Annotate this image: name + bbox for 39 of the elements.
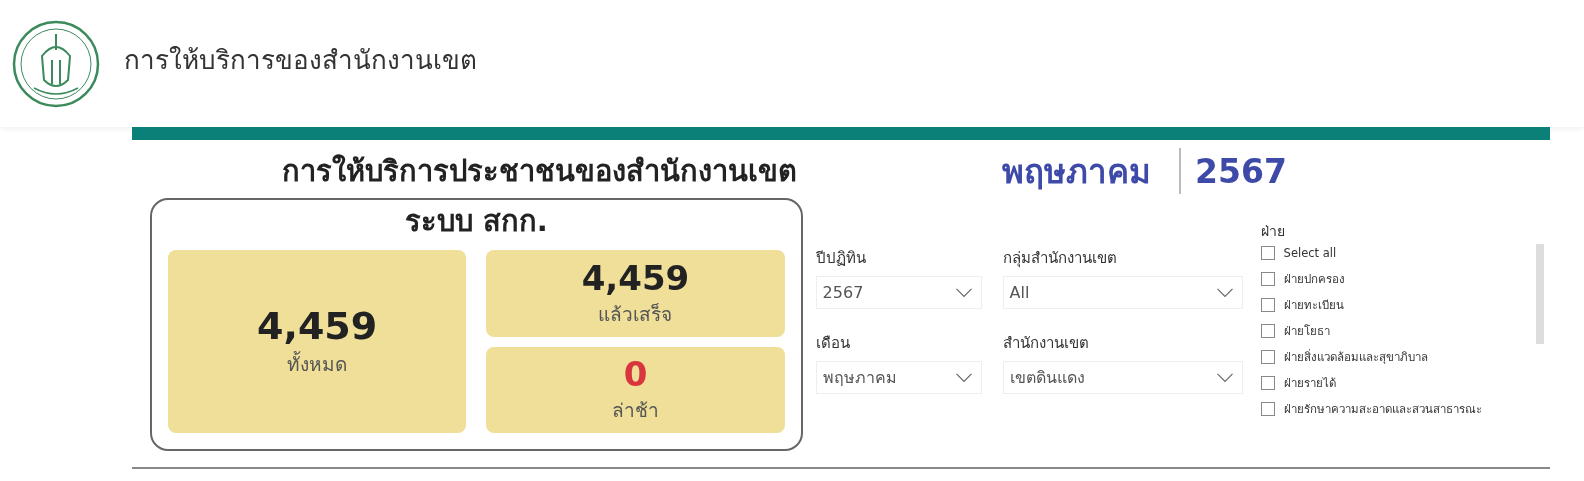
- chevron-down-icon: [954, 287, 973, 298]
- checkbox[interactable]: [1260, 272, 1275, 286]
- stat-value: 4,459: [257, 303, 378, 350]
- month-label: พฤษภาคม: [1002, 150, 1151, 193]
- checkbox-label[interactable]: Select all: [1283, 246, 1337, 260]
- filter-label: กลุ่มสำนักงานเขต: [1002, 248, 1118, 270]
- filter-dropdown[interactable]: 2567: [815, 276, 982, 309]
- filter-label: สำนักงานเขต: [1002, 333, 1090, 354]
- stat-label: แล้วเสร็จ: [598, 301, 673, 327]
- checkbox[interactable]: [1260, 298, 1275, 312]
- checkbox-label[interactable]: ฝ่ายปกครอง: [1283, 270, 1345, 288]
- report-title: การให้บริการประชาชนของสำนักงานเขต: [282, 153, 798, 190]
- checkbox[interactable]: [1260, 246, 1275, 260]
- stat-label: ทั้งหมด: [287, 350, 348, 378]
- checkbox[interactable]: [1260, 402, 1275, 416]
- filter-label: ฝ่าย: [1260, 222, 1286, 241]
- checkbox[interactable]: [1260, 350, 1275, 364]
- filter-dropdown[interactable]: เขตดินแดง: [1002, 361, 1243, 394]
- filter-dropdown[interactable]: All: [1002, 276, 1243, 309]
- stat-value: 4,459: [581, 257, 690, 299]
- chevron-down-icon: [1215, 287, 1234, 298]
- filter-dropdown[interactable]: พฤษภาคม: [815, 361, 982, 394]
- checkbox-label[interactable]: ฝ่ายโยธา: [1283, 322, 1330, 340]
- filter-label: ปีปฏิทิน: [815, 248, 867, 269]
- checkbox[interactable]: [1260, 324, 1275, 338]
- scrollbar[interactable]: [1535, 244, 1544, 344]
- checkbox-label[interactable]: ฝ่ายรักษาความสะอาดและสวนสาธารณะ: [1283, 400, 1482, 418]
- app-title: การให้บริการของสำนักงานเขต: [124, 44, 477, 77]
- chevron-down-icon: [1215, 372, 1234, 383]
- checkbox[interactable]: [1260, 376, 1275, 390]
- summary-title: ระบบ สกก.: [404, 203, 548, 240]
- filter-label: เดือน: [815, 333, 851, 354]
- year-label: 2567: [1195, 151, 1287, 191]
- stat-label: ล่าช้า: [611, 398, 659, 424]
- checkbox-label[interactable]: ฝ่ายทะเบียน: [1283, 296, 1344, 314]
- checkbox-label[interactable]: ฝ่ายสิ่งแวดล้อมและสุขาภิบาล: [1283, 348, 1428, 366]
- checkbox-label[interactable]: ฝ่ายรายได้: [1283, 374, 1336, 392]
- stat-value: 0: [623, 354, 648, 396]
- chevron-down-icon: [954, 372, 973, 383]
